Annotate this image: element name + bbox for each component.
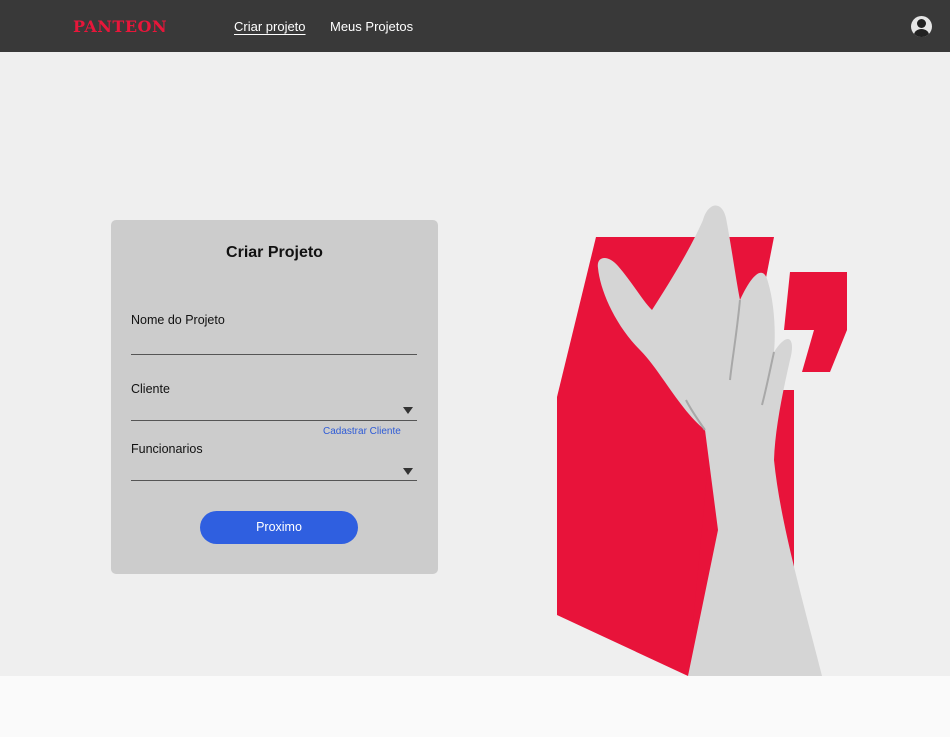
next-button[interactable]: Proximo — [200, 511, 358, 544]
user-avatar-icon[interactable] — [911, 16, 932, 37]
brand-logo[interactable]: PANTEON — [73, 17, 167, 36]
red-comma-shape — [784, 272, 847, 372]
project-name-underline — [131, 354, 417, 355]
card-title: Criar Projeto — [226, 244, 323, 261]
client-select[interactable] — [131, 400, 417, 420]
client-caret-down-icon[interactable] — [403, 407, 413, 414]
hero-hand-illustration — [557, 205, 847, 676]
nav-meus-projetos[interactable]: Meus Projetos — [330, 19, 413, 34]
client-underline — [131, 420, 417, 421]
top-navigation-bar: PANTEON Criar projeto Meus Projetos — [0, 0, 950, 52]
employees-label: Funcionarios — [131, 442, 203, 456]
employees-caret-down-icon[interactable] — [403, 468, 413, 475]
create-project-card: Criar Projeto Nome do Projeto Cliente Ca… — [111, 220, 438, 574]
client-label: Cliente — [131, 382, 170, 396]
project-name-input[interactable] — [131, 332, 417, 354]
register-client-link[interactable]: Cadastrar Cliente — [323, 426, 401, 437]
avatar-shoulders — [914, 29, 929, 37]
project-name-label: Nome do Projeto — [131, 313, 225, 327]
employees-underline — [131, 480, 417, 481]
nav-criar-projeto[interactable]: Criar projeto — [234, 19, 306, 34]
avatar-head — [917, 19, 926, 28]
employees-select[interactable] — [131, 460, 417, 480]
